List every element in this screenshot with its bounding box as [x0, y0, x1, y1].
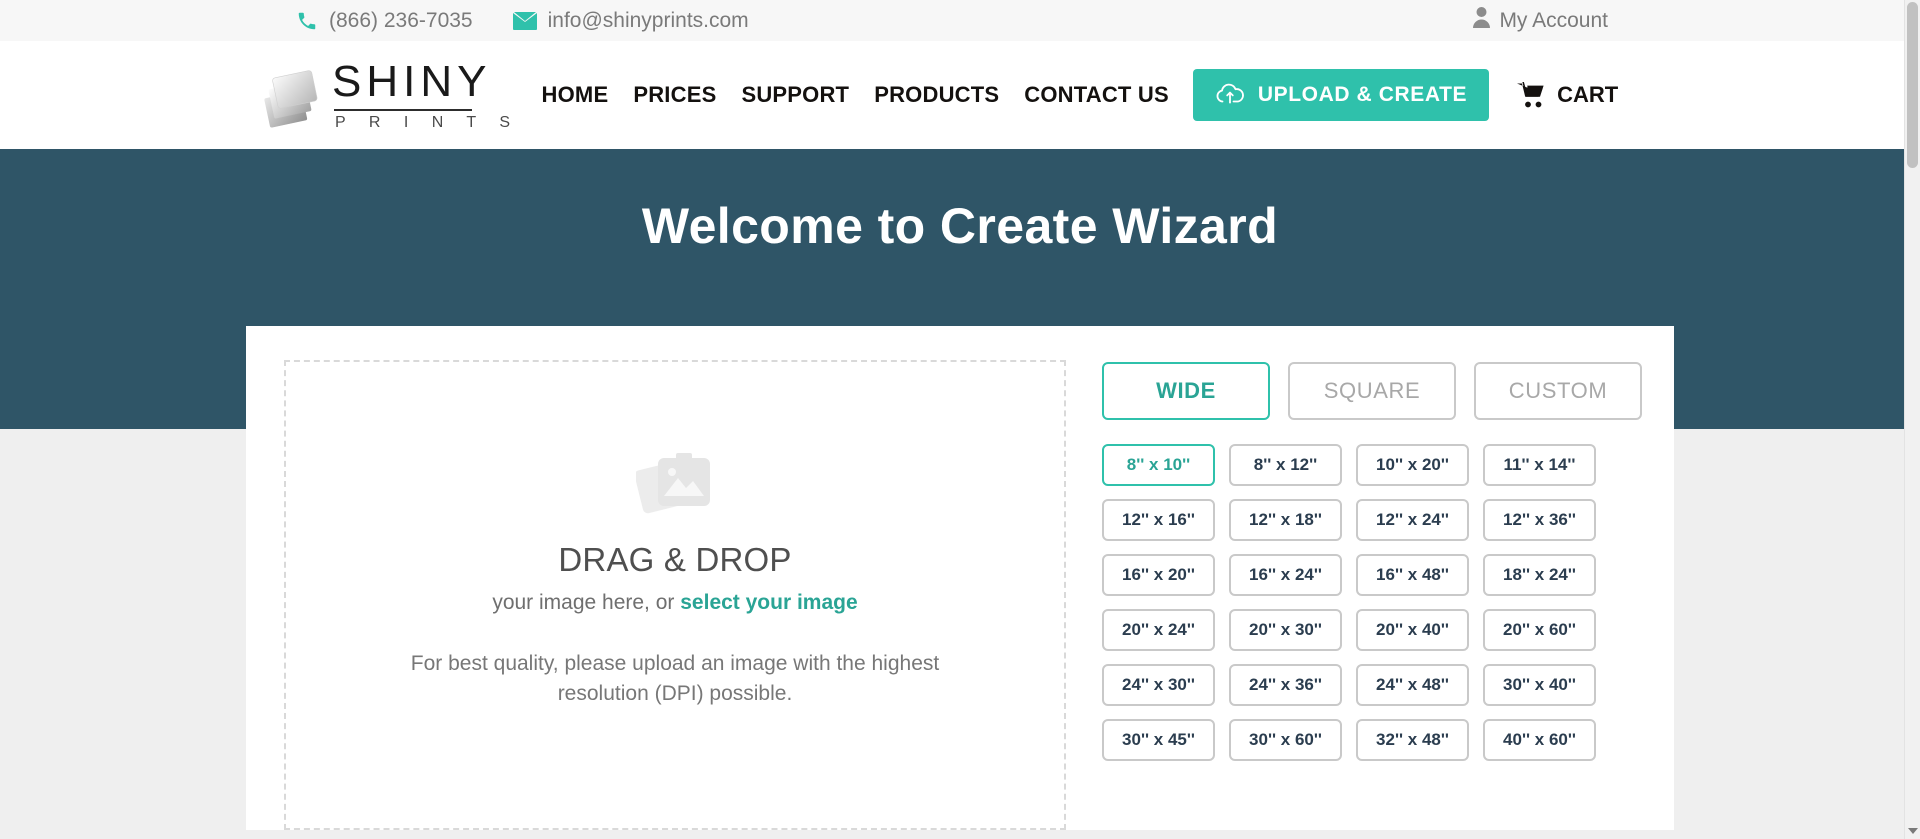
size-option[interactable]: 18'' x 24'': [1483, 554, 1596, 596]
dropzone-subtitle-prefix: your image here, or: [492, 591, 681, 614]
contact-group: (866) 236-7035 info@shinyprints.com: [296, 10, 749, 32]
dropzone-subtitle: your image here, or select your image: [492, 591, 857, 615]
page-title: Welcome to Create Wizard: [641, 198, 1279, 254]
phone-number: (866) 236-7035: [329, 9, 473, 32]
size-option[interactable]: 12'' x 18'': [1229, 499, 1342, 541]
size-option[interactable]: 16'' x 24'': [1229, 554, 1342, 596]
cloud-upload-icon: [1215, 83, 1245, 107]
size-option[interactable]: 30'' x 45'': [1102, 719, 1215, 761]
nav-item-prices[interactable]: PRICES: [633, 82, 716, 108]
size-option[interactable]: 16'' x 20'': [1102, 554, 1215, 596]
size-option[interactable]: 20'' x 30'': [1229, 609, 1342, 651]
shopping-cart-icon: [1517, 82, 1547, 108]
page-scrollbar[interactable]: [1904, 0, 1920, 839]
user-icon: [1473, 7, 1491, 34]
size-option[interactable]: 12'' x 24'': [1356, 499, 1469, 541]
envelope-icon: [512, 10, 537, 31]
size-option[interactable]: 12'' x 36'': [1483, 499, 1596, 541]
size-option[interactable]: 30'' x 40'': [1483, 664, 1596, 706]
size-option[interactable]: 20'' x 24'': [1102, 609, 1215, 651]
size-option[interactable]: 24'' x 48'': [1356, 664, 1469, 706]
shape-tabs: WIDE SQUARE CUSTOM: [1102, 362, 1642, 420]
nav-item-support[interactable]: SUPPORT: [741, 82, 849, 108]
tab-wide[interactable]: WIDE: [1102, 362, 1270, 420]
email-contact[interactable]: info@shinyprints.com: [512, 9, 749, 32]
size-option[interactable]: 10'' x 20'': [1356, 444, 1469, 486]
nav-item-products[interactable]: PRODUCTS: [874, 82, 999, 108]
size-option[interactable]: 20'' x 60'': [1483, 609, 1596, 651]
dropzone-quality-note: For best quality, please upload an image…: [410, 652, 940, 706]
size-option[interactable]: 32'' x 48'': [1356, 719, 1469, 761]
size-options-grid: 8'' x 10'' 8'' x 12'' 10'' x 20'' 11'' x…: [1102, 444, 1642, 761]
stacked-prints-icon: [258, 58, 332, 132]
my-account-link[interactable]: My Account: [1473, 7, 1608, 34]
scrollbar-thumb[interactable]: [1907, 2, 1918, 168]
nav-item-home[interactable]: HOME: [542, 82, 609, 108]
phone-icon: [296, 10, 318, 32]
size-option[interactable]: 8'' x 10'': [1102, 444, 1215, 486]
nav-item-contact-us[interactable]: CONTACT US: [1024, 82, 1169, 108]
scroll-down-arrow-icon[interactable]: [1908, 828, 1918, 834]
image-dropzone[interactable]: DRAG & DROP your image here, or select y…: [284, 360, 1066, 830]
size-option[interactable]: 11'' x 14'': [1483, 444, 1596, 486]
create-wizard-card: DRAG & DROP your image here, or select y…: [246, 326, 1674, 830]
main-navigation: HOME PRICES SUPPORT PRODUCTS CONTACT US: [542, 82, 1169, 108]
size-option[interactable]: 24'' x 36'': [1229, 664, 1342, 706]
size-option[interactable]: 16'' x 48'': [1356, 554, 1469, 596]
dropzone-title: DRAG & DROP: [558, 541, 792, 578]
upload-and-create-button[interactable]: UPLOAD & CREATE: [1192, 69, 1490, 121]
email-address: info@shinyprints.com: [547, 9, 749, 32]
size-option[interactable]: 8'' x 12'': [1229, 444, 1342, 486]
size-option[interactable]: 20'' x 40'': [1356, 609, 1469, 651]
site-header: SHINY P R I N T S HOME PRICES SUPPORT PR…: [0, 41, 1920, 149]
size-option[interactable]: 30'' x 60'': [1229, 719, 1342, 761]
top-utility-bar: (866) 236-7035 info@shinyprints.com My A…: [0, 0, 1920, 41]
size-option[interactable]: 40'' x 60'': [1483, 719, 1596, 761]
size-selection-panel: WIDE SQUARE CUSTOM 8'' x 10'' 8'' x 12''…: [1102, 360, 1642, 830]
my-account-label: My Account: [1499, 8, 1608, 32]
image-placeholder-icon: [634, 450, 714, 525]
cart-link[interactable]: CART: [1517, 82, 1618, 108]
select-your-image-link[interactable]: select your image: [680, 591, 857, 614]
tab-square[interactable]: SQUARE: [1288, 362, 1456, 420]
size-option[interactable]: 12'' x 16'': [1102, 499, 1215, 541]
upload-button-label: UPLOAD & CREATE: [1257, 83, 1468, 106]
size-option[interactable]: 24'' x 30'': [1102, 664, 1215, 706]
tab-custom[interactable]: CUSTOM: [1474, 362, 1642, 420]
logo-divider: [334, 108, 472, 111]
phone-contact[interactable]: (866) 236-7035: [296, 10, 473, 32]
logo-primary-text: SHINY: [332, 56, 492, 106]
cart-label: CART: [1557, 82, 1619, 107]
logo-secondary-text: P R I N T S: [335, 113, 520, 131]
site-logo[interactable]: SHINY P R I N T S: [258, 58, 520, 132]
